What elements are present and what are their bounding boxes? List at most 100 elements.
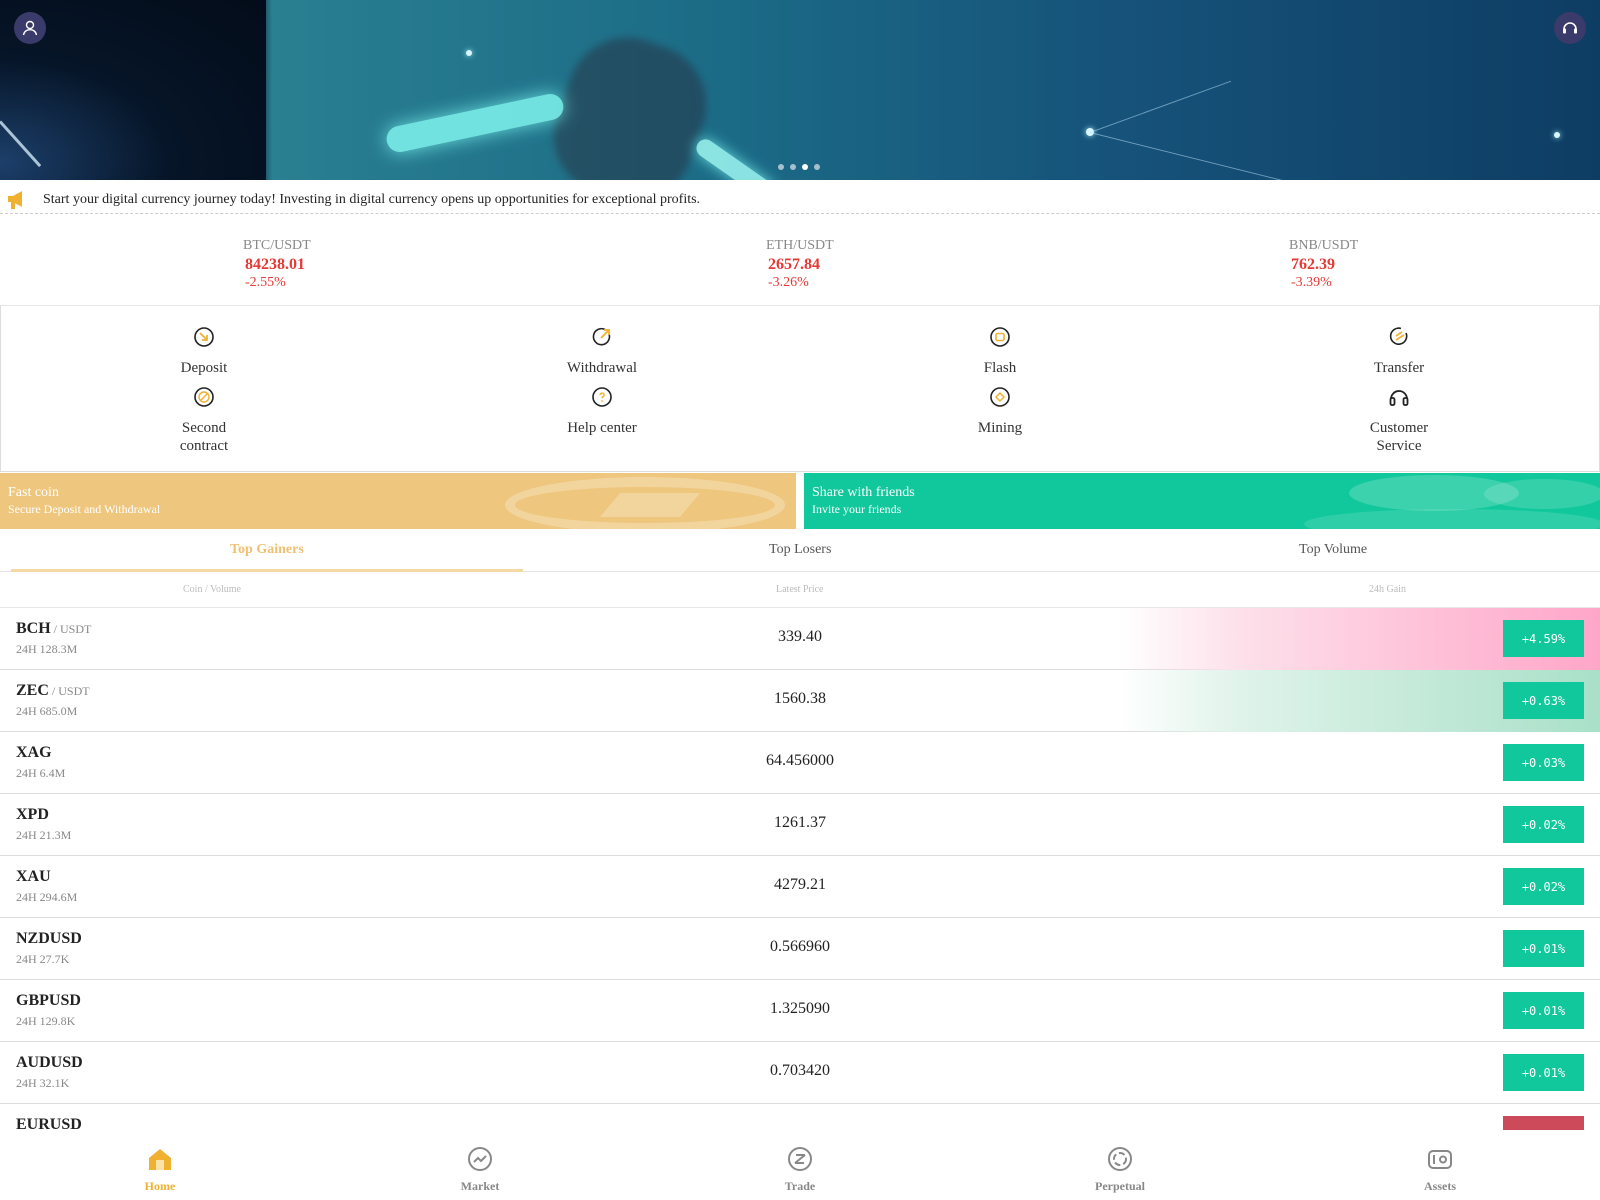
coin-volume: 24H 685.0M [16, 704, 78, 718]
hero-banner[interactable] [0, 0, 1600, 180]
latest-price: 0.703420 [770, 1062, 830, 1079]
latest-price: 339.40 [778, 628, 822, 645]
gain-badge[interactable]: +4.59% [1503, 620, 1584, 657]
support-button[interactable] [1554, 12, 1586, 44]
carousel-dots[interactable] [778, 164, 820, 170]
ticker-price: 84238.01 [245, 256, 305, 273]
gain-header: 24h Gain [1369, 584, 1406, 595]
latest-price: 1.325090 [770, 1000, 830, 1017]
mining-button[interactable]: Mining [940, 386, 1060, 437]
table-row[interactable]: NZDUSD 24H 27.7K 0.566960 +0.01% [0, 918, 1600, 980]
customer-service-button[interactable]: Customer Service [1339, 386, 1459, 455]
latest-price: 1560.38 [774, 690, 826, 707]
deposit-button[interactable]: Deposit [144, 326, 264, 377]
fast-coin-card[interactable]: Fast coin Secure Deposit and Withdrawal [0, 473, 796, 529]
table-row[interactable]: XPD 24H 21.3M 1261.37 +0.02% [0, 794, 1600, 856]
banner-line [1089, 132, 1498, 180]
carousel-dot[interactable] [814, 164, 820, 170]
nav-trade[interactable]: Trade [750, 1146, 850, 1194]
ticker-pair: BNB/USDT [1289, 238, 1359, 253]
wave-decoration [1304, 509, 1600, 529]
ticker-change: -2.55% [245, 275, 286, 290]
tab-top-gainers[interactable]: Top Gainers [230, 542, 304, 558]
symbol-text: XPD [16, 806, 49, 823]
ticker-change: -3.26% [768, 275, 809, 290]
user-icon [22, 20, 38, 36]
market-icon [468, 1147, 492, 1171]
nav-home[interactable]: Home [110, 1146, 210, 1194]
table-row[interactable]: XAU 24H 294.6M 4279.21 +0.02% [0, 856, 1600, 918]
megaphone-icon [8, 191, 22, 209]
nav-perpetual[interactable]: Perpetual [1070, 1146, 1170, 1194]
nav-market[interactable]: Market [430, 1146, 530, 1194]
coin-volume: 24H 128.3M [16, 642, 78, 656]
nav-perpetual-label: Perpetual [1095, 1179, 1145, 1193]
gain-badge[interactable]: +0.01% [1503, 992, 1584, 1029]
gain-badge[interactable]: +0.02% [1503, 806, 1584, 843]
banner-blur [536, 20, 724, 180]
announcement-bar[interactable]: Start your digital currency journey toda… [0, 180, 1600, 214]
table-row[interactable]: GBPUSD 24H 129.8K 1.325090 +0.01% [0, 980, 1600, 1042]
help-center-label: Help center [567, 420, 637, 436]
symbol-text: AUDUSD [16, 1054, 83, 1071]
gain-badge[interactable]: +0.63% [1503, 682, 1584, 719]
coin-volume: 24H 129.8K [16, 1014, 76, 1028]
gain-badge[interactable]: +0.02% [1503, 868, 1584, 905]
carousel-dot[interactable] [790, 164, 796, 170]
ticker-btc[interactable]: BTC/USDT 84238.01 -2.55% [243, 238, 443, 291]
gain-badge[interactable] [1503, 1116, 1584, 1130]
coin-symbol: XAU [16, 868, 51, 886]
symbol-text: GBPUSD [16, 992, 81, 1009]
headphones-icon [1389, 390, 1409, 406]
deposit-icon [194, 327, 214, 347]
customer-service-label: Customer Service [1369, 420, 1429, 454]
share-friends-card[interactable]: Share with friends Invite your friends [804, 473, 1600, 529]
ticker-price: 2657.84 [768, 256, 820, 273]
carousel-dot[interactable] [778, 164, 784, 170]
table-row[interactable]: EURUSD [0, 1104, 1600, 1130]
quick-actions: Deposit Withdrawal Flash Transfer Second… [0, 306, 1600, 472]
second-contract-button[interactable]: Second contract [144, 386, 264, 455]
transfer-icon [1389, 327, 1408, 345]
tab-top-losers[interactable]: Top Losers [769, 542, 831, 558]
gain-badge[interactable]: +0.03% [1503, 744, 1584, 781]
wave-decoration [1484, 479, 1600, 509]
coin-volume: 24H 27.7K [16, 952, 70, 966]
nav-market-label: Market [460, 1179, 500, 1193]
mining-label: Mining [977, 420, 1023, 436]
flash-button[interactable]: Flash [940, 326, 1060, 377]
coin-symbol: AUDUSD [16, 1054, 83, 1072]
symbol-text: EURUSD [16, 1116, 82, 1130]
banner-line [1089, 80, 1232, 133]
transfer-button[interactable]: Transfer [1339, 326, 1459, 377]
ticker-bnb[interactable]: BNB/USDT 762.39 -3.39% [1289, 238, 1489, 291]
table-row[interactable]: BCH / USDT 24H 128.3M 339.40 +4.59% [0, 608, 1600, 670]
table-row[interactable]: AUDUSD 24H 32.1K 0.703420 +0.01% [0, 1042, 1600, 1104]
coin-symbol: XPD [16, 806, 49, 824]
second-contract-icon [194, 387, 214, 407]
ticker-change: -3.39% [1291, 275, 1332, 290]
help-center-button[interactable]: Help center [542, 386, 662, 437]
gain-badge[interactable]: +0.01% [1503, 930, 1584, 967]
gain-badge[interactable]: +0.01% [1503, 1054, 1584, 1091]
banner-star [466, 50, 472, 56]
flash-icon [990, 327, 1010, 347]
fast-coin-subtitle: Secure Deposit and Withdrawal [8, 502, 161, 516]
withdrawal-button[interactable]: Withdrawal [542, 326, 662, 377]
tab-top-volume[interactable]: Top Volume [1299, 542, 1367, 558]
table-row[interactable]: ZEC / USDT 24H 685.0M 1560.38 +0.63% [0, 670, 1600, 732]
transfer-label: Transfer [1373, 360, 1425, 376]
carousel-dot-active[interactable] [802, 164, 808, 170]
table-row[interactable]: XAG 24H 6.4M 64.456000 +0.03% [0, 732, 1600, 794]
latest-price: 0.566960 [770, 938, 830, 955]
latest-price: 64.456000 [766, 752, 834, 769]
coin-symbol: NZDUSD [16, 930, 82, 948]
nav-home-label: Home [144, 1179, 176, 1193]
coin-symbol: XAG [16, 744, 52, 762]
ticker-eth[interactable]: ETH/USDT 2657.84 -3.26% [766, 238, 966, 291]
nav-assets[interactable]: Assets [1390, 1146, 1490, 1194]
market-list: BCH / USDT 24H 128.3M 339.40 +4.59% ZEC … [0, 608, 1600, 1130]
table-header: Coin / Volume Latest Price 24h Gain [0, 572, 1600, 608]
profile-button[interactable] [14, 12, 46, 44]
flash-label: Flash [983, 360, 1017, 376]
